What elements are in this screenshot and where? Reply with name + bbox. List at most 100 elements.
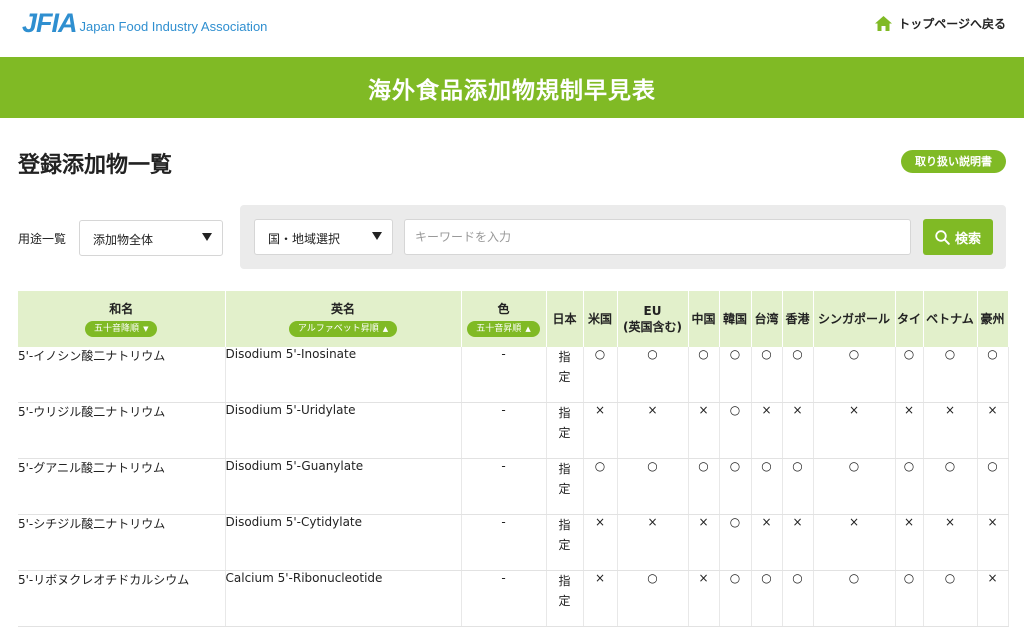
status-mark: ○ [719,458,752,515]
table-row[interactable]: 5'-リボヌクレオチドカルシウム Calcium 5'-Ribonucleotid… [18,570,1009,627]
status-mark: ○ [617,458,689,515]
additive-name-ja[interactable]: 5'-グアニル酸二ナトリウム [18,458,226,515]
home-link-label: トップページへ戻る [898,17,1006,31]
additive-name-en: Disodium 5'-Uridylate [225,402,462,459]
additive-name-ja[interactable]: 5'-リボヌクレオチドカルシウム [18,570,226,627]
country-select[interactable]: 国・地域選択 [254,219,393,255]
status-mark: × [977,514,1009,571]
status-mark: ○ [923,458,978,515]
status-mark: ○ [813,458,896,515]
page-title: 登録添加物一覧 [18,153,173,178]
logo-text: Japan Food Industry Association [79,19,268,34]
sort-ja-button[interactable]: 五十音降順 ▼ [85,321,158,337]
status-mark: ○ [719,514,752,571]
top-bar: JFIA Japan Food Industry Association トップ… [0,0,1024,57]
status-mark: ○ [977,458,1009,515]
col-hk: 香港 [782,291,814,347]
col-eu: EU (英国含む) [617,291,689,347]
status-mark: × [751,402,783,459]
usage-label: 用途一覧 [18,232,67,246]
additive-table: 和名 五十音降順 ▼ 英名 アルファベット昇順 ▲ 色 五十音昇順 ▲ 日本 米国 E… [18,291,1009,627]
col-th: タイ [895,291,924,347]
additive-name-ja[interactable]: 5'-ウリジル酸二ナトリウム [18,402,226,459]
status-mark: ○ [617,347,689,403]
status-mark: ○ [583,458,618,515]
status-mark: × [583,514,618,571]
status-mark: ○ [923,347,978,403]
col-en-label: 英名 [330,302,355,316]
status-mark: × [782,402,814,459]
additive-name-en: Calcium 5'-Ribonucleotide [225,570,462,627]
status-mark: × [583,402,618,459]
status-mark: × [617,402,689,459]
status-mark: ○ [751,458,783,515]
status-mark: × [688,570,720,627]
japan-status: 指 定 [546,347,584,403]
col-color: 色 五十音昇順 ▲ [461,291,547,347]
status-mark: × [813,514,896,571]
status-mark: ○ [923,570,978,627]
status-mark: ○ [782,458,814,515]
sort-desc-icon: ▼ [143,325,149,333]
col-ja: 和名 五十音降順 ▼ [18,291,226,347]
status-mark: ○ [751,570,783,627]
status-mark: ○ [895,347,924,403]
additive-color: - [461,458,547,515]
keyword-input[interactable] [404,219,911,255]
japan-status: 指 定 [546,458,584,515]
additive-name-en: Disodium 5'-Guanylate [225,458,462,515]
sort-ja-label: 五十音降順 [94,324,140,334]
status-mark: ○ [719,570,752,627]
status-mark: × [688,514,720,571]
col-sg: シンガポール [813,291,896,347]
status-mark: × [751,514,783,571]
manual-button[interactable]: 取り扱い説明書 [901,150,1006,173]
home-link[interactable]: トップページへ戻る [875,15,1006,32]
col-us: 米国 [583,291,618,347]
banner-title: 海外食品添加物規制早見表 [368,77,656,104]
japan-status: 指 定 [546,514,584,571]
status-mark: ○ [813,347,896,403]
usage-select[interactable]: 添加物全体 [79,220,223,256]
sort-en-button[interactable]: アルファベット昇順 ▲ [288,321,398,337]
col-color-label: 色 [497,302,510,316]
dropdown-arrow-icon [202,233,212,241]
status-mark: ○ [782,347,814,403]
country-select-value: 国・地域選択 [268,232,341,246]
search-button[interactable]: 検索 [923,219,993,255]
status-mark: ○ [688,347,720,403]
status-mark: ○ [782,570,814,627]
jfia-logo[interactable]: JFIA Japan Food Industry Association [22,9,267,37]
col-eu-sub: (英国含む) [623,320,682,334]
japan-status: 指 定 [546,402,584,459]
col-eu-label: EU [643,304,662,318]
status-mark: × [923,514,978,571]
additive-name-ja[interactable]: 5'-イノシン酸二ナトリウム [18,347,226,403]
sort-en-label: アルファベット昇順 [297,324,379,334]
table-row[interactable]: 5'-ウリジル酸二ナトリウム Disodium 5'-Uridylate - 指 定 ×… [18,402,1009,459]
table-row[interactable]: 5'-グアニル酸二ナトリウム Disodium 5'-Guanylate - 指 定 ○… [18,458,1009,515]
status-mark: × [583,570,618,627]
additive-name-en: Disodium 5'-Cytidylate [225,514,462,571]
status-mark: ○ [895,570,924,627]
additive-color: - [461,402,547,459]
col-kr: 韓国 [719,291,752,347]
status-mark: ○ [813,570,896,627]
status-mark: × [895,514,924,571]
table-row[interactable]: 5'-シチジル酸二ナトリウム Disodium 5'-Cytidylate - 指 定… [18,514,1009,571]
search-button-label: 検索 [954,231,981,247]
title-banner: 海外食品添加物規制早見表 [0,57,1024,118]
status-mark: × [923,402,978,459]
status-mark: × [977,570,1009,627]
status-mark: ○ [719,402,752,459]
col-ja-label: 和名 [109,302,134,316]
sort-asc-icon: ▲ [382,325,389,333]
col-cn: 中国 [688,291,720,347]
status-mark: ○ [719,347,752,403]
sort-asc-icon: ▲ [525,325,531,333]
sort-color-button[interactable]: 五十音昇順 ▲ [467,321,540,337]
status-mark: × [688,402,720,459]
table-row[interactable]: 5'-イノシン酸二ナトリウム Disodium 5'-Inosinate - 指 定 ○… [18,347,1009,403]
additive-name-ja[interactable]: 5'-シチジル酸二ナトリウム [18,514,226,571]
table-header-row: 和名 五十音降順 ▼ 英名 アルファベット昇順 ▲ 色 五十音昇順 ▲ 日本 米国 E… [18,291,1009,347]
